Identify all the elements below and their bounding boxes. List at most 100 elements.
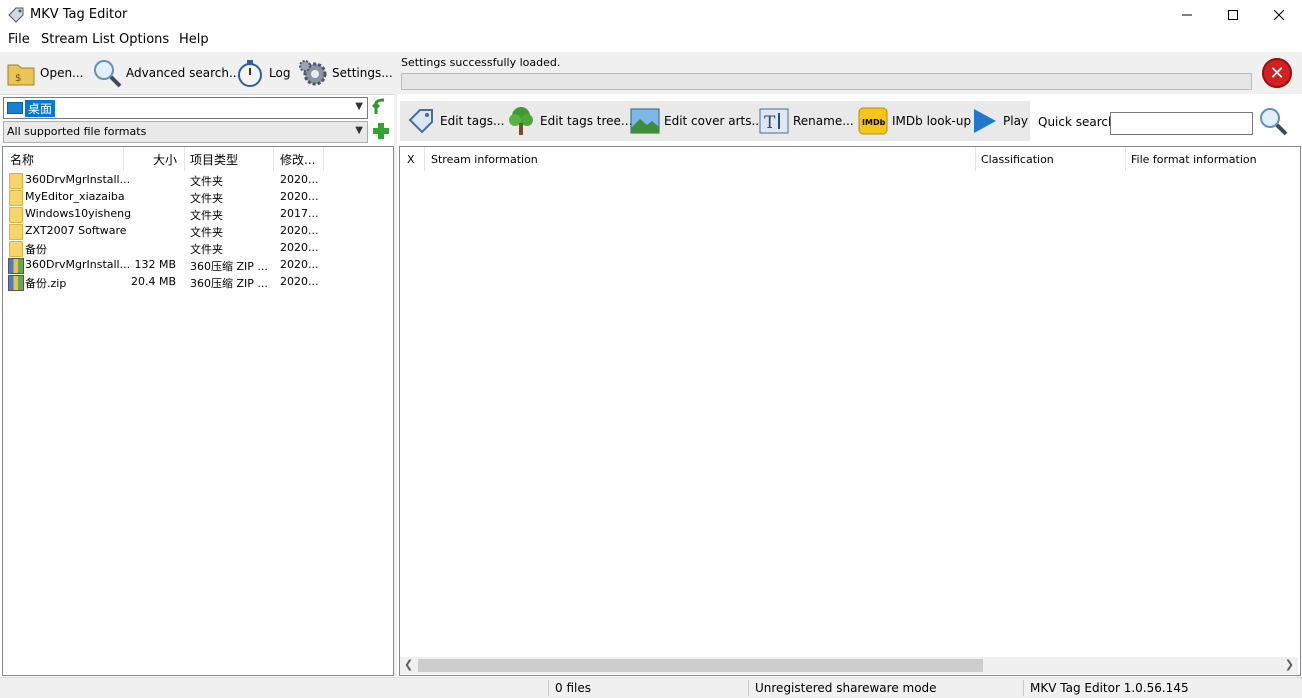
folder-icon bbox=[9, 173, 23, 189]
column-header-file-format-information[interactable]: File format information bbox=[1131, 153, 1257, 166]
quick-search-label: Quick search: bbox=[1038, 115, 1120, 129]
folder-icon bbox=[9, 190, 23, 206]
menu-help[interactable]: Help bbox=[179, 32, 209, 47]
magnifier-icon bbox=[92, 58, 122, 88]
menu-options[interactable]: Options bbox=[119, 32, 169, 47]
rename-button[interactable]: T Rename... bbox=[759, 103, 854, 139]
edit-cover-arts-button[interactable]: Edit cover arts... bbox=[630, 103, 763, 139]
scroll-left-icon[interactable]: ❮ bbox=[404, 658, 413, 671]
chevron-down-icon: ▼ bbox=[355, 101, 363, 112]
settings-button[interactable]: Settings... bbox=[298, 55, 393, 91]
file-name: 360DrvMgrInstall... bbox=[25, 173, 131, 186]
stream-grid[interactable]: X Stream information Classification File… bbox=[399, 146, 1301, 676]
up-folder-button[interactable] bbox=[371, 98, 390, 116]
edit-tags-tree-button[interactable]: Edit tags tree... bbox=[506, 103, 632, 139]
edit-tags-label: Edit tags... bbox=[440, 114, 505, 128]
chevron-down-icon: ▼ bbox=[355, 125, 363, 136]
scroll-right-icon[interactable]: ❯ bbox=[1285, 658, 1294, 671]
quick-search-button[interactable] bbox=[1258, 106, 1288, 136]
advanced-search-button[interactable]: Advanced search... bbox=[92, 55, 240, 91]
svg-text:$: $ bbox=[15, 73, 21, 84]
title-bar: MKV Tag Editor bbox=[0, 0, 1302, 30]
quick-search-input[interactable] bbox=[1110, 112, 1253, 135]
horizontal-scrollbar[interactable]: ❮ ❯ bbox=[400, 657, 1298, 674]
column-header-name[interactable]: 名称 bbox=[10, 151, 34, 168]
minimize-button[interactable] bbox=[1164, 0, 1210, 30]
text-cursor-icon: T bbox=[759, 106, 789, 136]
edit-cover-arts-label: Edit cover arts... bbox=[664, 114, 763, 128]
imdb-lookup-label: IMDb look-up bbox=[892, 114, 972, 128]
stopwatch-icon bbox=[235, 58, 265, 88]
svg-text:IMDb: IMDb bbox=[862, 118, 886, 127]
file-type: 文件夹 bbox=[190, 226, 223, 239]
zip-archive-icon bbox=[8, 275, 24, 291]
format-filter-combo[interactable]: All supported file formats ▼ bbox=[3, 121, 368, 143]
list-item[interactable]: Windows10yisheng 文件夹 2017... bbox=[3, 206, 391, 223]
advanced-search-label: Advanced search... bbox=[126, 66, 241, 80]
progress-bar bbox=[401, 73, 1252, 90]
minimize-icon bbox=[1182, 14, 1192, 16]
file-name: Windows10yisheng bbox=[25, 207, 132, 220]
play-icon bbox=[969, 106, 999, 136]
open-label: Open... bbox=[40, 66, 84, 80]
play-button[interactable]: Play bbox=[969, 103, 1028, 139]
close-button[interactable] bbox=[1256, 0, 1302, 30]
log-button[interactable]: Log bbox=[235, 55, 290, 91]
gears-icon bbox=[298, 58, 328, 88]
folder-selected: 桌面 bbox=[25, 100, 56, 117]
file-modified: 2020... bbox=[280, 241, 319, 254]
pane-splitter[interactable] bbox=[394, 52, 397, 676]
app-tag-icon bbox=[8, 7, 24, 23]
format-filter-value: All supported file formats bbox=[7, 125, 147, 138]
folder-combo[interactable]: 桌面 ▼ bbox=[3, 97, 368, 119]
file-size: 20.4 MB bbox=[130, 275, 176, 288]
file-modified: 2020... bbox=[280, 275, 319, 288]
svg-text:T: T bbox=[764, 113, 776, 133]
menu-stream-list[interactable]: Stream List bbox=[41, 32, 115, 47]
list-item[interactable]: 备份 文件夹 2020... bbox=[3, 240, 391, 257]
desktop-icon bbox=[7, 102, 23, 114]
file-list[interactable]: 名称 大小 项目类型 修改... 360DrvMgrInstall... 文件夹… bbox=[2, 146, 394, 676]
close-icon bbox=[1274, 10, 1284, 20]
list-item[interactable]: 备份.zip 20.4 MB 360压缩 ZIP ... 2020... bbox=[3, 274, 391, 291]
folder-icon bbox=[9, 207, 23, 223]
file-type: 文件夹 bbox=[190, 175, 223, 188]
file-name: 备份 bbox=[25, 243, 47, 256]
column-header-x[interactable]: X bbox=[407, 153, 415, 166]
up-arrow-icon bbox=[371, 98, 385, 114]
status-bar: 0 files Unregistered shareware mode MKV … bbox=[0, 677, 1302, 698]
column-header-modified[interactable]: 修改... bbox=[280, 151, 315, 168]
file-name: 360DrvMgrInstall... bbox=[25, 258, 131, 271]
stop-icon: ✕ bbox=[1269, 62, 1285, 84]
file-modified: 2017... bbox=[280, 207, 319, 220]
imdb-lookup-button[interactable]: IMDb IMDb look-up bbox=[858, 103, 971, 139]
folder-icon bbox=[9, 224, 23, 240]
file-type: 文件夹 bbox=[190, 243, 223, 256]
tag-icon bbox=[406, 106, 436, 136]
version-info: MKV Tag Editor 1.0.56.145 bbox=[1030, 681, 1189, 695]
stop-button[interactable]: ✕ bbox=[1262, 58, 1292, 88]
add-button[interactable] bbox=[372, 122, 390, 140]
file-type: 文件夹 bbox=[190, 192, 223, 205]
list-item[interactable]: MyEditor_xiazaiba 文件夹 2020... bbox=[3, 189, 391, 206]
file-modified: 2020... bbox=[280, 224, 319, 237]
column-header-size[interactable]: 大小 bbox=[153, 151, 177, 168]
menu-file[interactable]: File bbox=[8, 32, 30, 47]
file-type: 文件夹 bbox=[190, 209, 223, 222]
imdb-logo-icon: IMDb bbox=[858, 106, 888, 136]
edit-tags-button[interactable]: Edit tags... bbox=[406, 103, 504, 139]
scrollbar-thumb[interactable] bbox=[418, 659, 983, 672]
column-header-type[interactable]: 项目类型 bbox=[190, 151, 238, 168]
list-item[interactable]: ZXT2007 Software 文件夹 2020... bbox=[3, 223, 391, 240]
list-item[interactable]: 360DrvMgrInstall... 文件夹 2020... bbox=[3, 172, 391, 189]
landscape-picture-icon bbox=[630, 106, 660, 136]
column-header-classification[interactable]: Classification bbox=[981, 153, 1054, 166]
file-modified: 2020... bbox=[280, 190, 319, 203]
column-header-stream-information[interactable]: Stream information bbox=[431, 153, 538, 166]
list-item[interactable]: 360DrvMgrInstall... 132 MB 360压缩 ZIP ...… bbox=[3, 257, 391, 274]
maximize-button[interactable] bbox=[1210, 0, 1256, 30]
file-count: 0 files bbox=[555, 681, 591, 695]
file-name: MyEditor_xiazaiba bbox=[25, 190, 125, 203]
file-size: 132 MB bbox=[134, 258, 176, 271]
open-button[interactable]: $ Open... bbox=[6, 55, 84, 91]
